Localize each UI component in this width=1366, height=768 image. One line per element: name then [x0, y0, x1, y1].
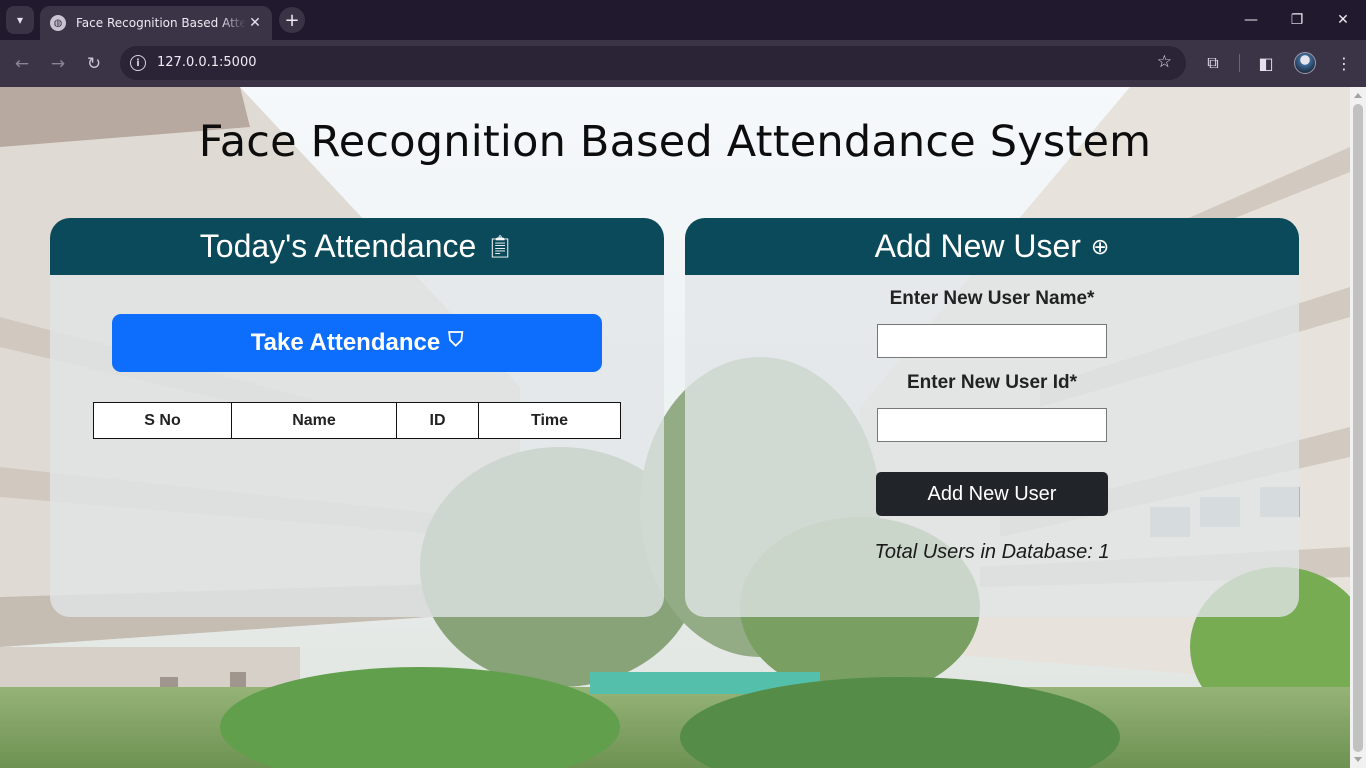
scroll-thumb[interactable] [1353, 104, 1363, 752]
address-bar[interactable]: i 127.0.0.1:5000 ☆ [120, 46, 1186, 80]
avatar[interactable] [1294, 52, 1316, 74]
user-name-field[interactable] [877, 324, 1107, 358]
add-user-card: Add New User ⊕ Enter New User Name* Ente… [685, 218, 1299, 617]
take-attendance-label: Take Attendance [250, 329, 441, 356]
attendance-card-header: Today's Attendance 📋︎ [50, 218, 664, 275]
column-header-time: Time [478, 402, 621, 439]
globe-icon: ◍ [50, 15, 66, 31]
add-new-user-button[interactable]: Add New User [876, 472, 1108, 516]
side-panel-icon[interactable]: ◧ [1254, 51, 1278, 75]
add-user-card-header: Add New User ⊕ [685, 218, 1299, 275]
browser-tab-strip: ▾ ◍ Face Recognition Based Attendance Sy… [0, 0, 1366, 40]
attendance-table-header-row: S No Name ID Time [93, 402, 621, 439]
attendance-card: Today's Attendance 📋︎ Take Attendance ⛉ … [50, 218, 664, 617]
user-id-field[interactable] [877, 408, 1107, 442]
info-icon[interactable]: i [130, 55, 146, 71]
shield-check-icon: ⛉ [448, 328, 464, 351]
forward-icon[interactable]: → [46, 52, 70, 76]
scroll-down-icon[interactable] [1354, 757, 1362, 762]
minimize-icon[interactable]: — [1239, 8, 1263, 32]
tab-search-icon[interactable]: ▾ [6, 6, 34, 34]
browser-toolbar: ← → ↻ i 127.0.0.1:5000 ☆ ⧉ ◧ ⋮ [0, 40, 1366, 87]
kebab-menu-icon[interactable]: ⋮ [1332, 51, 1356, 75]
url-text[interactable]: 127.0.0.1:5000 [157, 55, 257, 70]
page-title: Face Recognition Based Attendance System [198, 117, 1152, 167]
column-header-sno: S No [93, 402, 232, 439]
attendance-heading: Today's Attendance [199, 228, 477, 264]
user-name-label: Enter New User Name* [889, 288, 1095, 309]
scroll-up-icon[interactable] [1354, 93, 1362, 98]
column-header-id: ID [396, 402, 479, 439]
window-close-icon[interactable]: ✕ [1331, 8, 1355, 32]
tab-title: Face Recognition Based Attendance System [76, 16, 246, 30]
back-icon[interactable]: ← [10, 52, 34, 76]
take-attendance-button[interactable]: Take Attendance ⛉ [112, 314, 602, 372]
close-icon[interactable]: ✕ [246, 15, 264, 31]
star-icon[interactable]: ☆ [1157, 52, 1172, 72]
puzzle-icon[interactable]: ⧉ [1201, 51, 1225, 75]
page-viewport: Face Recognition Based Attendance System… [0, 87, 1366, 768]
toolbar-divider [1239, 54, 1240, 72]
restore-icon[interactable]: ❐ [1285, 8, 1309, 32]
reload-icon[interactable]: ↻ [82, 52, 106, 76]
new-tab-button[interactable]: + [279, 7, 305, 33]
user-id-label: Enter New User Id* [907, 372, 1077, 393]
total-users-text: Total Users in Database: 1 [874, 541, 1110, 563]
plus-circle-icon: ⊕ [1090, 233, 1110, 259]
column-header-name: Name [231, 402, 397, 439]
browser-tab[interactable]: ◍ Face Recognition Based Attendance Syst… [40, 6, 272, 40]
attendance-table: S No Name ID Time [93, 402, 621, 439]
add-user-heading: Add New User [874, 228, 1081, 264]
clipboard-icon: 📋︎ [486, 233, 515, 259]
page-scrollbar[interactable] [1350, 87, 1366, 768]
